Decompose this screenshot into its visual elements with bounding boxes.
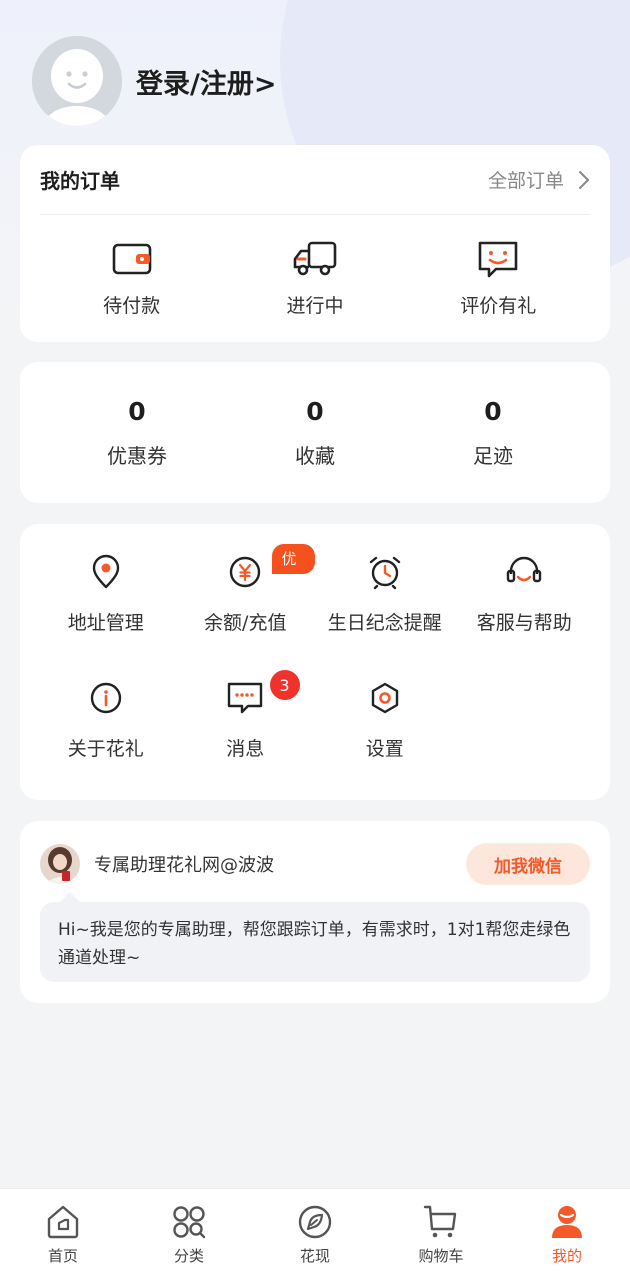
service-label: 地址管理 <box>67 612 144 634</box>
orders-card: 我的订单 全部订单 待付款 进行中 评价有礼 <box>20 145 610 342</box>
all-orders-link[interactable]: 全部订单 <box>488 166 590 193</box>
service-label: 消息 <box>226 738 265 760</box>
message-icon <box>228 682 263 714</box>
service-customer-support[interactable]: 客服与帮助 <box>455 552 595 644</box>
avatar[interactable] <box>32 36 122 126</box>
login-register-link[interactable]: 登录/注册> <box>136 62 276 101</box>
tab-category[interactable]: 分类 <box>126 1203 252 1266</box>
orders-title: 我的订单 <box>40 169 120 193</box>
stat-value: 0 <box>484 396 502 426</box>
unread-count-badge: 3 <box>269 670 300 700</box>
service-about[interactable]: 关于花礼 <box>36 678 176 770</box>
tab-label: 分类 <box>173 1247 204 1265</box>
service-messages[interactable]: 消息 3 <box>176 670 316 770</box>
services-card: 地址管理 余额/充值 优惠 生日纪念提醒 客服与帮助 关于花礼 消息 3 设置 <box>20 524 610 800</box>
service-label: 客服与帮助 <box>476 612 572 634</box>
assistant-photo-icon <box>40 844 80 884</box>
service-birthday-reminder[interactable]: 生日纪念提醒 <box>315 552 455 644</box>
stat-value: 0 <box>128 396 146 426</box>
assistant-name: 专属助理花礼网@波波 <box>94 855 274 876</box>
default-avatar-icon <box>32 36 122 126</box>
location-pin-icon <box>92 554 119 589</box>
stat-coupons[interactable]: 0 优惠券 <box>48 397 226 469</box>
stat-label: 优惠券 <box>107 443 167 468</box>
bottom-tab-bar: 首页 分类 花现 购物车 我的 <box>0 1188 630 1280</box>
profile-header: 登录/注册> <box>32 36 276 126</box>
service-address[interactable]: 地址管理 <box>36 552 176 644</box>
tab-label: 花现 <box>299 1247 330 1265</box>
tab-cart[interactable]: 购物车 <box>378 1203 504 1266</box>
order-review[interactable]: 评价有礼 <box>423 239 573 318</box>
stats-card: 0 优惠券 0 收藏 0 足迹 <box>20 362 610 503</box>
assistant-message: Hi~我是您的专属助理，帮您跟踪订单，有需求时，1对1帮您走绿色通道处理~ <box>40 892 590 982</box>
assistant-header: 专属助理花礼网@波波 加我微信 <box>40 843 590 885</box>
headset-icon <box>507 556 542 583</box>
tab-discover[interactable]: 花现 <box>252 1203 378 1266</box>
service-label: 关于花礼 <box>67 738 144 760</box>
services-grid: 地址管理 余额/充值 优惠 生日纪念提醒 客服与帮助 关于花礼 消息 3 设置 <box>20 524 610 770</box>
smile-chat-icon <box>479 241 518 278</box>
all-orders-label: 全部订单 <box>487 170 564 192</box>
service-balance[interactable]: 余额/充值 优惠 <box>176 544 315 644</box>
cart-icon <box>423 1205 457 1238</box>
discover-icon <box>298 1205 332 1239</box>
home-icon <box>47 1205 79 1239</box>
tab-label: 首页 <box>47 1247 78 1265</box>
category-icon <box>173 1206 206 1239</box>
service-label: 生日纪念提醒 <box>327 612 442 634</box>
assistant-card: 专属助理花礼网@波波 加我微信 Hi~我是您的专属助理，帮您跟踪订单，有需求时，… <box>20 821 610 1003</box>
add-wechat-button[interactable]: 加我微信 <box>466 843 590 885</box>
tab-home[interactable]: 首页 <box>0 1203 126 1266</box>
info-icon <box>90 682 121 714</box>
stat-history[interactable]: 0 足迹 <box>404 397 582 469</box>
order-pending-payment[interactable]: 待付款 <box>57 239 207 318</box>
order-item-label: 评价有礼 <box>460 295 537 317</box>
gear-icon <box>371 682 398 714</box>
order-in-progress[interactable]: 进行中 <box>240 239 390 318</box>
tab-label: 购物车 <box>418 1247 464 1265</box>
stat-value: 0 <box>306 396 324 426</box>
tab-label: 我的 <box>551 1247 582 1265</box>
service-label: 设置 <box>365 738 404 760</box>
order-status-row: 待付款 进行中 评价有礼 <box>20 215 610 342</box>
stat-favorites[interactable]: 0 收藏 <box>226 397 404 469</box>
chevron-right-icon <box>579 170 589 189</box>
service-settings[interactable]: 设置 <box>315 678 455 770</box>
alarm-clock-icon <box>369 556 400 590</box>
wallet-icon <box>112 243 151 275</box>
order-item-label: 待付款 <box>103 295 161 317</box>
truck-icon <box>293 241 337 276</box>
user-icon <box>552 1206 582 1238</box>
tab-mine[interactable]: 我的 <box>504 1203 630 1266</box>
stat-label: 足迹 <box>473 443 513 468</box>
assistant-avatar <box>40 844 80 884</box>
service-label: 余额/充值 <box>204 612 287 634</box>
order-item-label: 进行中 <box>286 295 344 317</box>
stat-label: 收藏 <box>295 443 335 468</box>
promo-badge: 优惠 <box>271 544 315 598</box>
orders-header: 我的订单 全部订单 <box>40 145 590 215</box>
yen-coin-icon <box>230 556 261 588</box>
